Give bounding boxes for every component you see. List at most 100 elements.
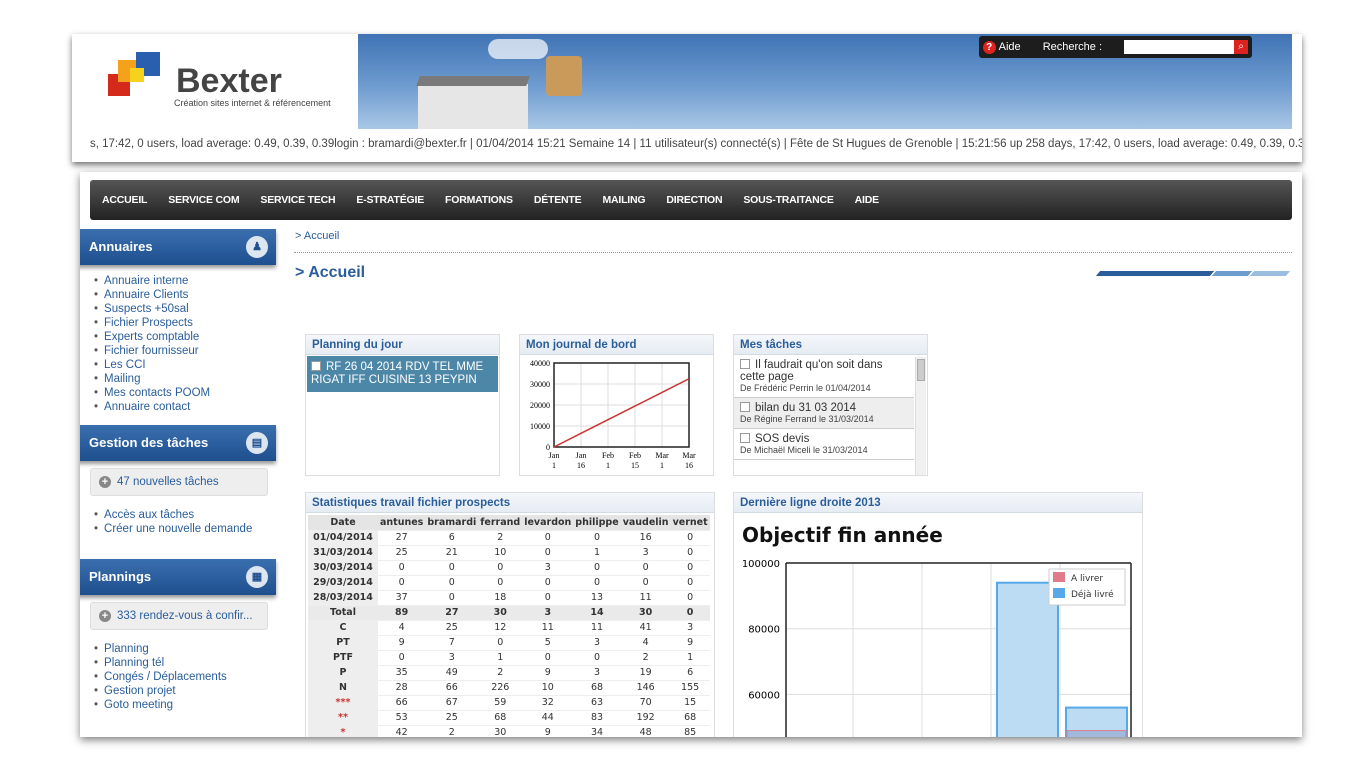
stats-table: Date antunes bramardi ferrand levardon philip… [308,515,710,737]
table-cell: 0 [573,530,621,546]
nav-mailing[interactable]: MAILING [602,194,645,206]
nav-service-tech[interactable]: SERVICE TECH [260,194,335,206]
x-tick-label: 16 [685,461,693,470]
nav-e-strategie[interactable]: E-STRATÉGIE [356,194,424,206]
search-icon[interactable]: ⌕ [1234,40,1248,54]
sidebar-head-annuaires[interactable]: Annuaires ♟ [80,229,276,265]
table-cell: 30 [478,605,523,621]
list-item[interactable]: Goto meeting [94,698,227,712]
list-item[interactable]: Créer une nouvelle demande [94,522,252,536]
x-tick-label: Jan [576,451,587,460]
widget-title: Dernière ligne droite 2013 [734,493,1142,513]
logo[interactable]: Bexter Création sites internet & référen… [94,34,358,129]
widget-title: Mes tâches [734,335,927,355]
table-cell: 25 [378,545,426,561]
task-item[interactable]: bilan du 31 03 2014 De Régine Ferrand le … [734,398,914,429]
nav-formations[interactable]: FORMATIONS [445,194,513,206]
widget-title: Statistiques travail fichier prospects [306,493,714,513]
table-cell: 2 [478,530,523,546]
objectif-widget: Dernière ligne droite 2013 Objectif fin … [733,492,1143,737]
sidebar-head-plannings[interactable]: Plannings ▦ [80,559,276,595]
x-tick-label: Jan [549,451,560,460]
task-item[interactable]: Il faudrait qu'on soit dans cette page De… [734,355,914,398]
column-header: vaudelin [620,515,671,531]
journal-line-chart: 010000200003000040000Jan1Jan16Feb1Feb15M… [530,359,696,470]
page-title: > Accueil [295,264,366,281]
list-item[interactable]: Accès aux tâches [94,508,252,522]
table-cell: 70 [620,695,671,711]
legend-label: A livrer [1071,574,1103,584]
table-cell: 0 [670,575,710,591]
table-row: N 28 66 226 10 68 146 155 [308,680,710,696]
table-row: 28/03/2014 37 0 18 0 13 11 0 [308,590,710,606]
widget-title: Planning du jour [306,335,499,355]
x-tick-label: Feb [629,451,641,460]
pending-appointments-button[interactable]: +333 rendez-vous à confir... [90,602,268,630]
checkbox[interactable] [740,359,750,369]
table-cell: 1 [670,650,710,666]
list-item[interactable]: Annuaire interne [94,274,210,288]
list-item[interactable]: Mailing [94,372,210,386]
column-header: ferrand [478,515,523,531]
nav-detente[interactable]: DÉTENTE [534,194,582,206]
list-item[interactable]: Annuaire Clients [94,288,210,302]
section-title: Annuaires [89,239,153,254]
nav-direction[interactable]: DIRECTION [666,194,722,206]
table-cell: 1 [478,650,523,666]
table-cell: 0 [573,650,621,666]
list-item[interactable]: Congés / Déplacements [94,670,227,684]
nav-aide[interactable]: AIDE [855,194,879,206]
scrollbar[interactable] [915,357,926,475]
pill-label: 47 nouvelles tâches [117,476,219,488]
table-cell: 5 [522,635,574,651]
list-item[interactable]: Annuaire contact [94,400,210,414]
list-item[interactable]: Planning tél [94,656,227,670]
nav-service-com[interactable]: SERVICE COM [168,194,239,206]
table-cell: 9 [670,635,710,651]
table-cell: C [308,620,378,636]
list-item[interactable]: Gestion projet [94,684,227,698]
sidebar-head-taches[interactable]: Gestion des tâches ▤ [80,425,276,461]
list-item[interactable]: Suspects +50sal [94,302,210,316]
table-cell: 3 [620,545,671,561]
list-item[interactable]: Fichier fournisseur [94,344,210,358]
checkbox[interactable] [740,433,750,443]
table-cell: 49 [425,665,479,681]
table-cell: 83 [573,710,621,726]
planning-item[interactable]: RF 26 04 2014 RDV TEL MME RIGAT IFF CUIS… [307,356,498,392]
table-cell: 2 [620,650,671,666]
list-item[interactable]: Les CCI [94,358,210,372]
table-cell: 27 [425,605,479,621]
help-link[interactable]: Aide [999,41,1021,53]
search-input[interactable] [1124,40,1234,54]
table-cell: * [308,725,378,737]
table-row: PT 9 7 0 5 3 4 9 [308,635,710,651]
list-item[interactable]: Fichier Prospects [94,316,210,330]
breadcrumb[interactable]: > Accueil [295,230,339,242]
table-cell: 0 [522,545,574,561]
list-item[interactable]: Planning [94,642,227,656]
new-tasks-button[interactable]: +47 nouvelles tâches [90,468,268,496]
help-icon[interactable]: ? [982,40,996,54]
y-tick-label: 20000 [530,401,550,410]
nav-accueil[interactable]: ACCUEIL [102,194,147,206]
table-cell: 3 [573,665,621,681]
nav-sous-traitance[interactable]: SOUS-TRAITANCE [743,194,834,206]
table-cell: 4 [378,620,426,636]
plus-icon: + [99,476,111,488]
table-cell: 10 [522,680,574,696]
table-cell: N [308,680,378,696]
table-cell: 32 [522,695,574,711]
taches-list: Accès aux tâches Créer une nouvelle dema… [94,508,252,536]
task-item[interactable]: SOS devis De Michaël Miceli le 31/03/2014 [734,429,914,460]
table-cell: 11 [573,620,621,636]
table-cell: 11 [620,590,671,606]
table-cell: 3 [573,635,621,651]
checkbox[interactable] [740,402,750,412]
list-item[interactable]: Mes contacts POOM [94,386,210,400]
user-icon: ♟ [246,236,268,258]
status-ticker: s, 17:42, 0 users, load average: 0.49, 0… [90,138,1302,150]
checkbox[interactable] [311,361,321,371]
table-cell: 0 [670,590,710,606]
list-item[interactable]: Experts comptable [94,330,210,344]
